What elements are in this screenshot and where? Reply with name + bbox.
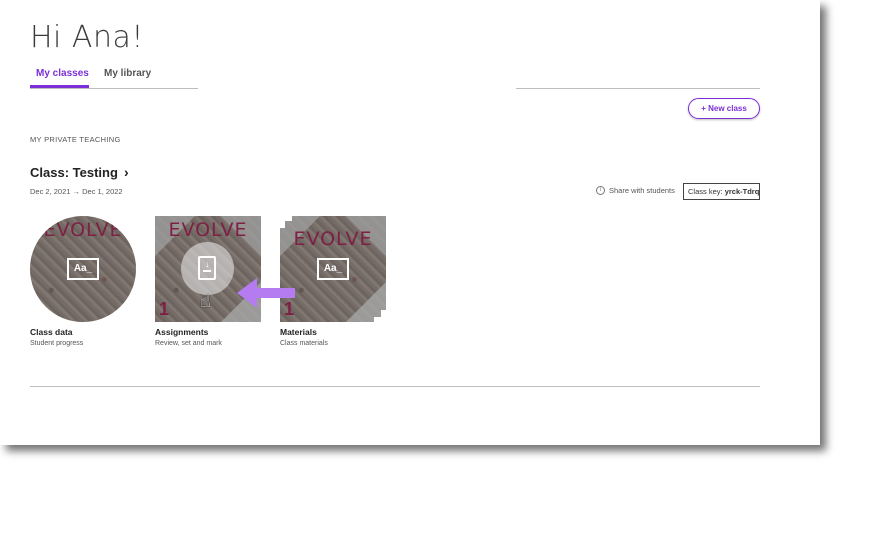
tab-my-library[interactable]: My library	[104, 68, 151, 88]
brand-logo: EVOLVE	[293, 228, 373, 250]
class-key-label: Class key:	[688, 187, 723, 196]
assignments-title[interactable]: Assignments	[155, 327, 208, 337]
hand-cursor-icon: ☝	[200, 291, 211, 311]
start-date: Dec 2, 2021	[30, 187, 71, 196]
share-label: Share with students	[609, 186, 675, 195]
end-date: Dec 1, 2022	[82, 187, 123, 196]
class-date-range: Dec 2, 2021 → Dec 1, 2022	[30, 187, 123, 196]
brand-logo: EVOLVE	[168, 219, 248, 241]
main-panel: Hi Ana! My classes My library + New clas…	[0, 0, 820, 445]
info-icon: i	[596, 186, 605, 195]
level-number: 1	[159, 299, 170, 319]
class-key-value: yrck-Tdrq	[724, 187, 760, 196]
aa-text-icon: Aa_	[317, 258, 349, 280]
divider	[30, 386, 760, 387]
share-with-students[interactable]: i Share with students	[596, 186, 675, 195]
class-data-subtitle: Student progress	[30, 340, 84, 347]
brand-logo: EVOLVE	[43, 219, 123, 241]
download-arrow-icon: ↓	[205, 259, 210, 269]
arrow-right-icon: →	[72, 187, 81, 196]
aa-text-icon: Aa_	[67, 258, 99, 280]
section-heading: MY PRIVATE TEACHING	[30, 135, 121, 144]
class-data-title[interactable]: Class data	[30, 327, 73, 337]
materials-subtitle: Class materials	[280, 340, 328, 347]
pointer-arrow-icon	[237, 278, 295, 308]
divider	[516, 88, 760, 89]
class-title-link[interactable]: Class: Testing	[30, 165, 118, 180]
chevron-right-icon[interactable]: ›	[124, 164, 129, 180]
class-data-card[interactable]: EVOLVE Aa_	[30, 216, 136, 322]
tab-my-classes[interactable]: My classes	[30, 68, 89, 88]
tab-bar: My classes My library	[30, 66, 198, 89]
assignments-subtitle: Review, set and mark	[155, 340, 222, 347]
page-title: Hi Ana!	[30, 20, 144, 55]
new-class-button[interactable]: + New class	[688, 98, 760, 119]
class-key-box[interactable]: Class key: yrck-Tdrq	[683, 183, 760, 200]
materials-title[interactable]: Materials	[280, 327, 317, 337]
